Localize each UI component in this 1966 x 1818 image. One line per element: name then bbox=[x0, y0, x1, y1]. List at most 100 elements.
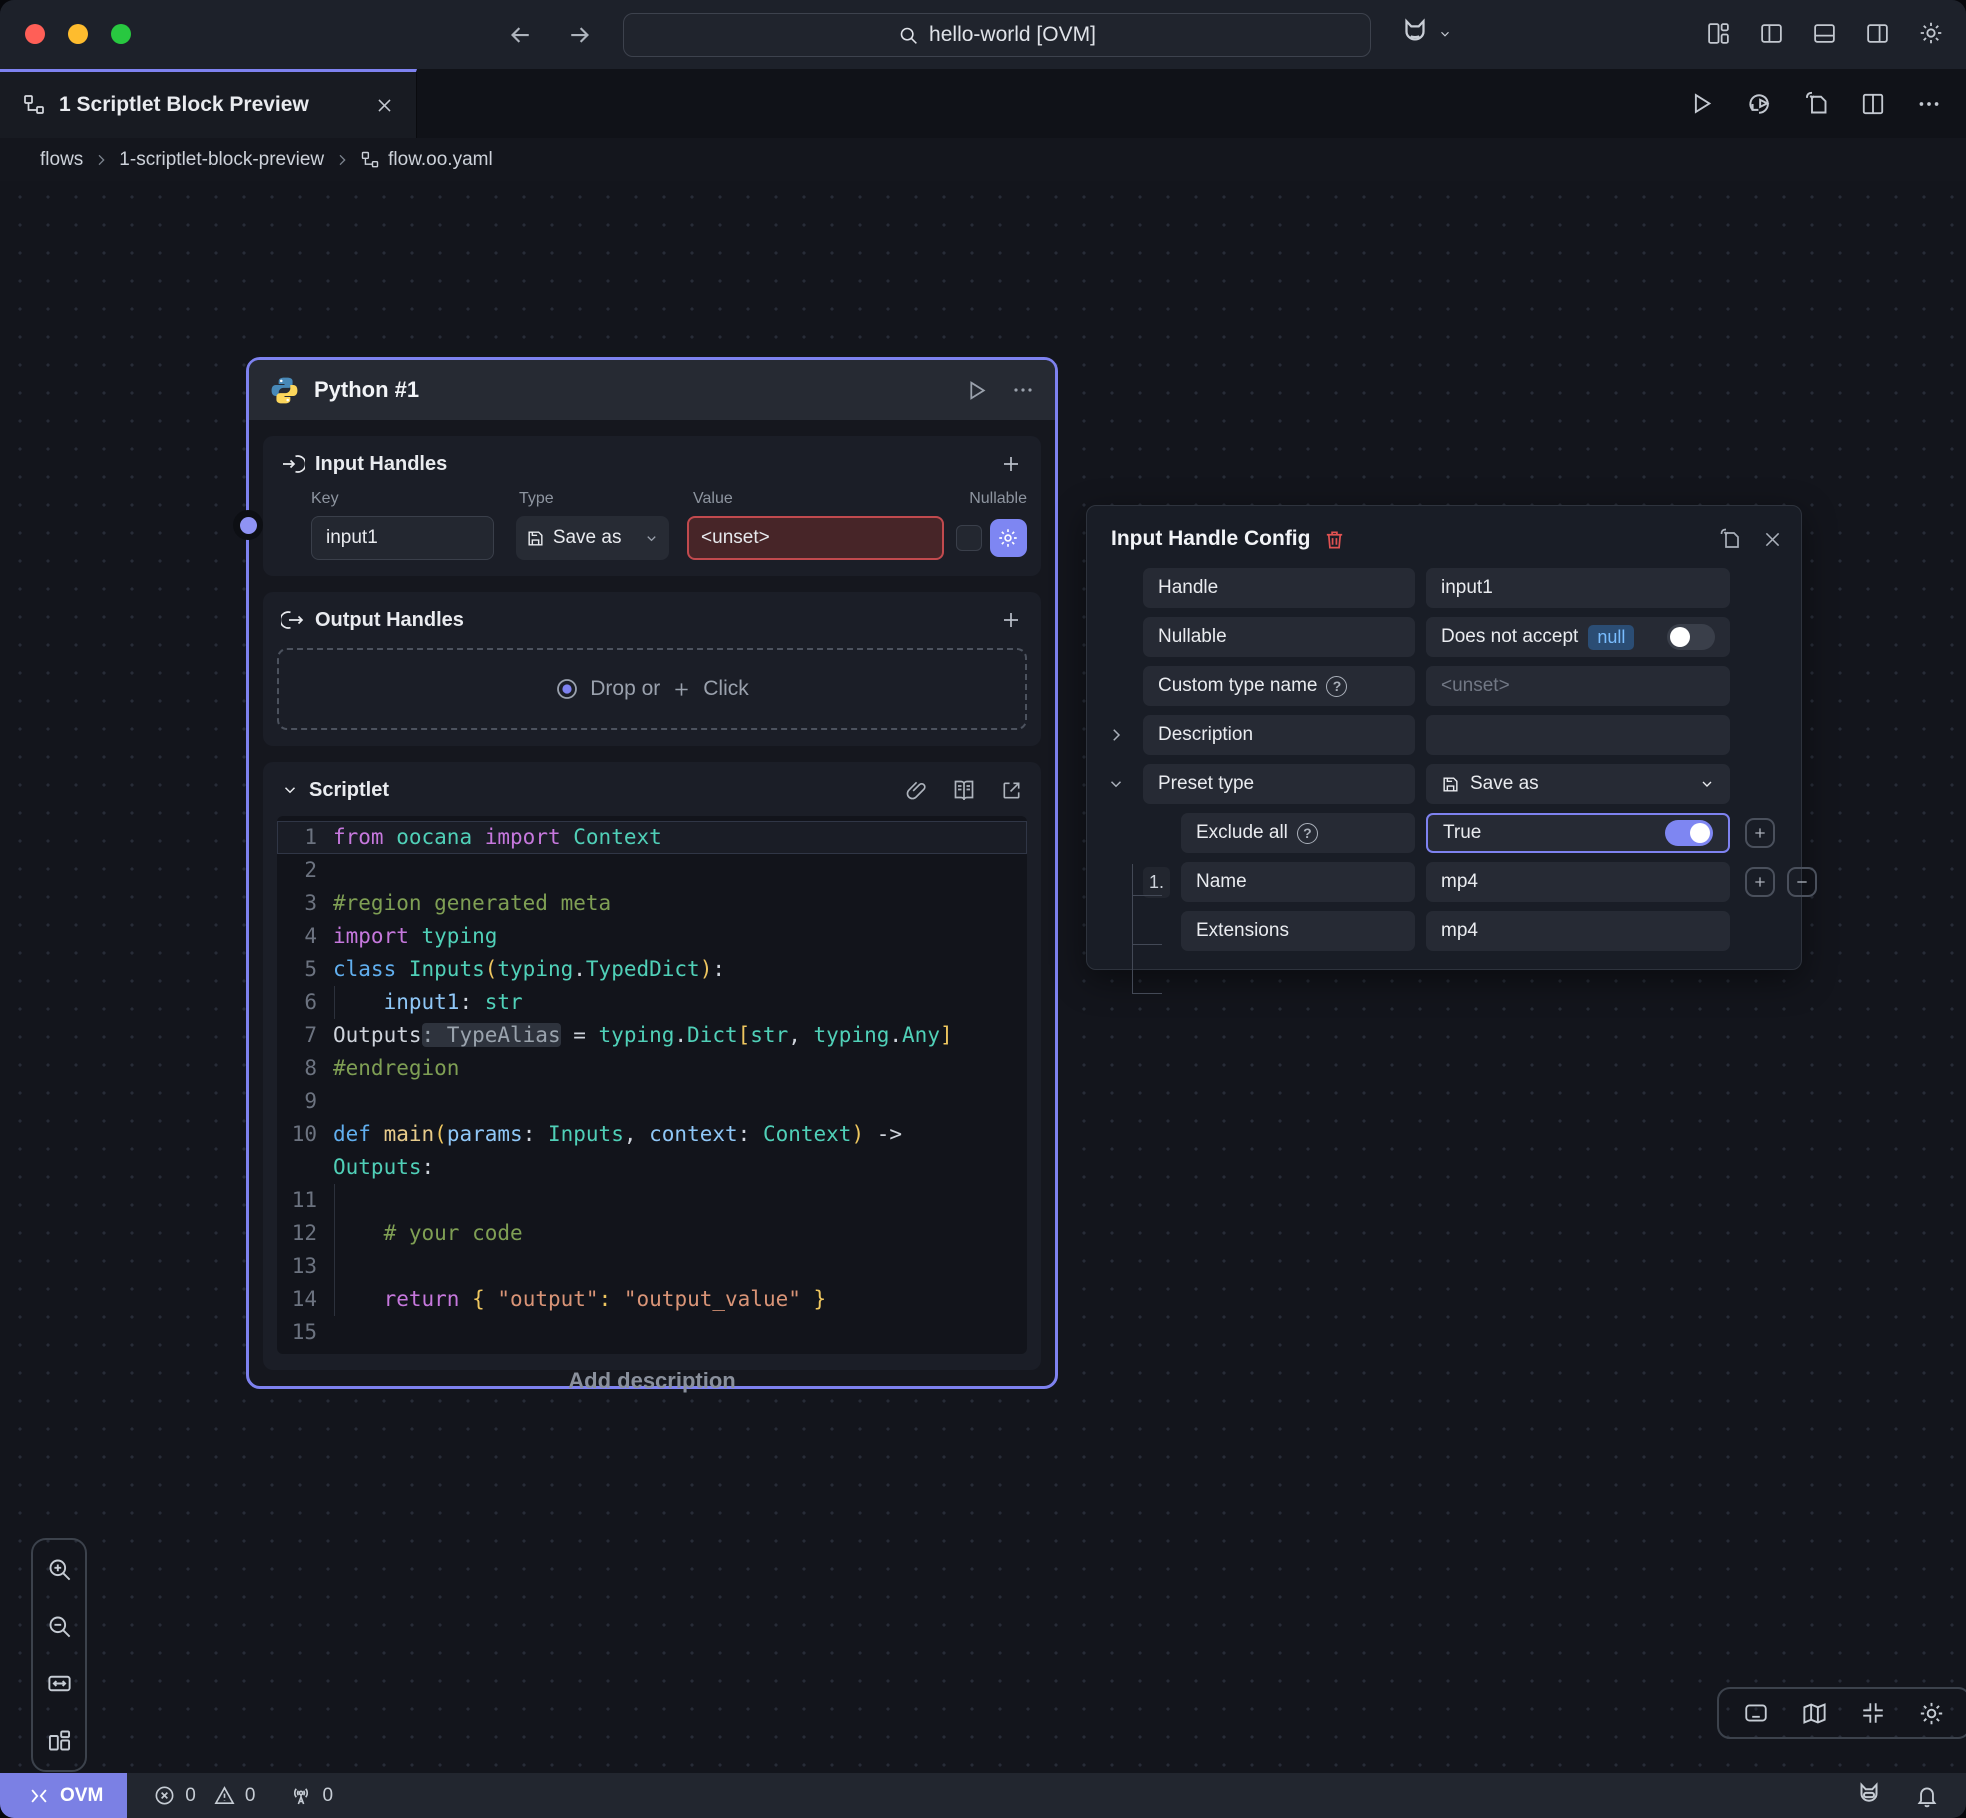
problems-indicator[interactable]: 0 0 bbox=[153, 1784, 255, 1807]
exclude-all-toggle[interactable] bbox=[1665, 820, 1713, 846]
auto-layout-icon[interactable] bbox=[46, 1727, 73, 1754]
handle-config-button[interactable] bbox=[990, 519, 1027, 557]
delete-handle-icon[interactable] bbox=[1323, 528, 1346, 551]
canvas-settings-icon[interactable] bbox=[1918, 1700, 1945, 1727]
add-rule-button[interactable] bbox=[1745, 867, 1775, 897]
handle-key-input[interactable]: input1 bbox=[311, 516, 494, 560]
config-row-name: 1. Name mp4 bbox=[1105, 862, 1783, 902]
rerun-button[interactable] bbox=[1745, 90, 1773, 118]
handle-value-field[interactable]: input1 bbox=[1426, 568, 1730, 608]
chevron-down-icon bbox=[1438, 27, 1452, 41]
flow-canvas[interactable]: Python #1 Input Handles bbox=[0, 181, 1966, 1773]
node-more-button[interactable] bbox=[1011, 378, 1035, 402]
help-icon[interactable]: ? bbox=[1326, 676, 1347, 697]
scriptlet-section: Scriptlet 1from oocana impo bbox=[263, 762, 1041, 1370]
description-value-field[interactable] bbox=[1426, 715, 1730, 755]
config-row-exclude-all: Exclude all ? True bbox=[1105, 813, 1783, 853]
input-connection-handle[interactable] bbox=[233, 510, 263, 540]
plus-icon bbox=[671, 679, 692, 700]
rule-index: 1. bbox=[1143, 867, 1170, 898]
window-controls bbox=[25, 24, 131, 44]
handle-type-select[interactable]: Save as bbox=[516, 516, 669, 560]
name-value-field[interactable]: mp4 bbox=[1426, 862, 1730, 902]
chevron-right-icon[interactable] bbox=[1105, 726, 1143, 744]
duplicate-config-icon[interactable] bbox=[1718, 527, 1742, 551]
add-description-button[interactable]: Add description bbox=[246, 1368, 1058, 1394]
customize-layout-icon[interactable] bbox=[1706, 20, 1731, 46]
add-type-rule-button[interactable] bbox=[1745, 818, 1775, 848]
dropzone-click-label: Click bbox=[703, 677, 749, 701]
toggle-sidebar-icon[interactable] bbox=[1759, 20, 1784, 46]
flow-icon bbox=[22, 93, 46, 117]
toggle-secondary-sidebar-icon[interactable] bbox=[1865, 20, 1890, 46]
zoom-out-icon[interactable] bbox=[46, 1613, 73, 1640]
exclude-all-label: Exclude all ? bbox=[1181, 813, 1415, 853]
chevron-down-icon bbox=[1699, 776, 1715, 792]
tab-scriptlet-block-preview[interactable]: 1 Scriptlet Block Preview bbox=[0, 69, 417, 138]
input-handles-section: Input Handles Key Type Value Nullable in… bbox=[263, 436, 1041, 576]
chevron-down-icon[interactable] bbox=[281, 781, 299, 799]
collapse-view-icon[interactable] bbox=[1860, 1700, 1886, 1726]
help-icon[interactable]: ? bbox=[1297, 823, 1318, 844]
error-icon bbox=[153, 1784, 176, 1807]
node-header[interactable]: Python #1 bbox=[249, 360, 1055, 420]
add-output-handle-button[interactable] bbox=[999, 608, 1023, 632]
open-external-icon[interactable] bbox=[1000, 778, 1023, 802]
fit-view-icon[interactable] bbox=[46, 1670, 73, 1697]
scriptlet-title: Scriptlet bbox=[309, 779, 389, 802]
warning-count: 0 bbox=[245, 1785, 256, 1807]
mascot-icon[interactable] bbox=[1854, 1781, 1884, 1811]
minimap-icon[interactable] bbox=[1801, 1700, 1828, 1727]
save-icon bbox=[526, 529, 545, 548]
run-node-button[interactable] bbox=[964, 378, 989, 403]
preset-type-select[interactable]: Save as bbox=[1426, 764, 1730, 804]
toggle-panel-icon[interactable] bbox=[1812, 20, 1837, 46]
forward-icon[interactable] bbox=[565, 20, 595, 50]
save-icon bbox=[1441, 775, 1460, 794]
chevron-down-icon[interactable] bbox=[1105, 775, 1143, 793]
remote-indicator[interactable]: OVM bbox=[0, 1773, 127, 1818]
title-bar: hello-world [OVM] bbox=[0, 0, 1966, 69]
more-actions-button[interactable] bbox=[1916, 91, 1942, 117]
toggle-bottom-panel-icon[interactable] bbox=[1743, 1700, 1769, 1726]
config-row-description: Description bbox=[1105, 715, 1783, 755]
back-icon[interactable] bbox=[505, 20, 535, 50]
code-editor[interactable]: 1from oocana import Context23#region gen… bbox=[277, 816, 1027, 1354]
breadcrumb-folder[interactable]: 1-scriptlet-block-preview bbox=[119, 149, 324, 171]
tab-close-icon[interactable] bbox=[375, 96, 394, 115]
docs-icon[interactable] bbox=[952, 778, 976, 802]
config-row-custom-type: Custom type name ? <unset> bbox=[1105, 666, 1783, 706]
preset-type-value: Save as bbox=[1470, 773, 1539, 795]
nullable-value-field: Does not accept null bbox=[1426, 617, 1730, 657]
extensions-value-field[interactable]: mp4 bbox=[1426, 911, 1730, 951]
breadcrumb-flows[interactable]: flows bbox=[40, 149, 83, 171]
handle-dot-icon bbox=[555, 677, 579, 701]
input-handle-row: input1 Save as <unset> bbox=[311, 516, 1027, 560]
notifications-bell-icon[interactable] bbox=[1914, 1783, 1940, 1809]
handle-value-input[interactable]: <unset> bbox=[687, 516, 944, 560]
ports-indicator[interactable]: 0 bbox=[289, 1784, 333, 1808]
config-panel-title: Input Handle Config bbox=[1111, 527, 1310, 551]
close-window-button[interactable] bbox=[25, 24, 45, 44]
assistant-menu[interactable] bbox=[1398, 17, 1452, 51]
settings-gear-icon[interactable] bbox=[1918, 20, 1944, 46]
zoom-in-icon[interactable] bbox=[46, 1556, 73, 1583]
open-preview-button[interactable] bbox=[1803, 90, 1830, 117]
close-config-icon[interactable] bbox=[1762, 527, 1783, 551]
python-node[interactable]: Python #1 Input Handles bbox=[246, 357, 1058, 1389]
minimize-window-button[interactable] bbox=[68, 24, 88, 44]
split-editor-button[interactable] bbox=[1860, 91, 1886, 117]
output-dropzone[interactable]: Drop or Click bbox=[277, 648, 1027, 730]
remove-rule-button[interactable] bbox=[1787, 867, 1817, 897]
custom-type-value-field[interactable]: <unset> bbox=[1426, 666, 1730, 706]
zoom-window-button[interactable] bbox=[111, 24, 131, 44]
run-flow-button[interactable] bbox=[1688, 90, 1715, 117]
code-lines: 1from oocana import Context23#region gen… bbox=[277, 821, 1027, 1349]
tree-connector bbox=[1132, 864, 1133, 994]
command-search-input[interactable]: hello-world [OVM] bbox=[623, 13, 1371, 57]
breadcrumb-file[interactable]: flow.oo.yaml bbox=[360, 149, 493, 171]
add-input-handle-button[interactable] bbox=[999, 452, 1023, 476]
nullable-checkbox[interactable] bbox=[956, 525, 982, 551]
attach-icon[interactable] bbox=[905, 778, 928, 802]
nullable-toggle[interactable] bbox=[1667, 624, 1715, 650]
